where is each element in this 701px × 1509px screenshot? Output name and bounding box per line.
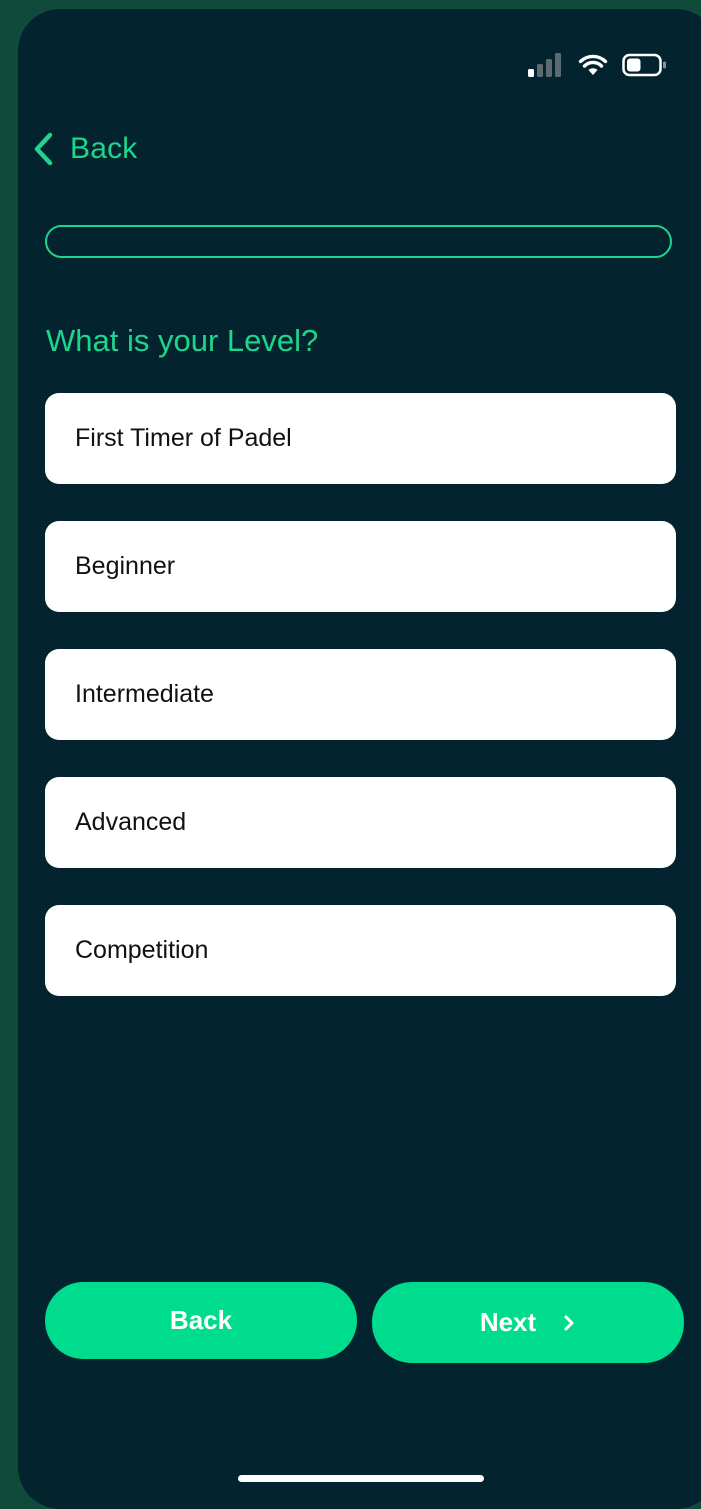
back-button[interactable]: Back (45, 1282, 357, 1359)
option-label: Advanced (75, 808, 187, 836)
wifi-icon (578, 54, 608, 75)
question-title: What is your Level? (46, 323, 319, 358)
level-options: First Timer of Padel Beginner Intermedia… (45, 393, 676, 1033)
next-button[interactable]: Next (372, 1282, 684, 1363)
back-link-label: Back (70, 132, 138, 165)
chevron-left-icon (34, 132, 53, 166)
signal-bars-icon (528, 53, 561, 77)
battery-icon (622, 53, 666, 77)
option-advanced[interactable]: Advanced (45, 777, 676, 868)
chevron-right-icon (564, 1315, 574, 1330)
back-link[interactable]: Back (30, 129, 138, 169)
option-label: Intermediate (75, 680, 214, 708)
option-intermediate[interactable]: Intermediate (45, 649, 676, 740)
next-button-label: Next (479, 1307, 537, 1337)
option-first-timer[interactable]: First Timer of Padel (45, 393, 676, 484)
progress-bar (45, 225, 672, 258)
home-indicator (238, 1475, 484, 1482)
back-button-label: Back (169, 1305, 233, 1335)
option-label: Beginner (75, 552, 176, 580)
option-beginner[interactable]: Beginner (45, 521, 676, 612)
option-label: Competition (75, 936, 209, 964)
option-competition[interactable]: Competition (45, 905, 676, 996)
phone-screen: Back What is your Level? First Timer of … (18, 9, 701, 1509)
status-bar (528, 53, 668, 77)
option-label: First Timer of Padel (75, 424, 292, 452)
